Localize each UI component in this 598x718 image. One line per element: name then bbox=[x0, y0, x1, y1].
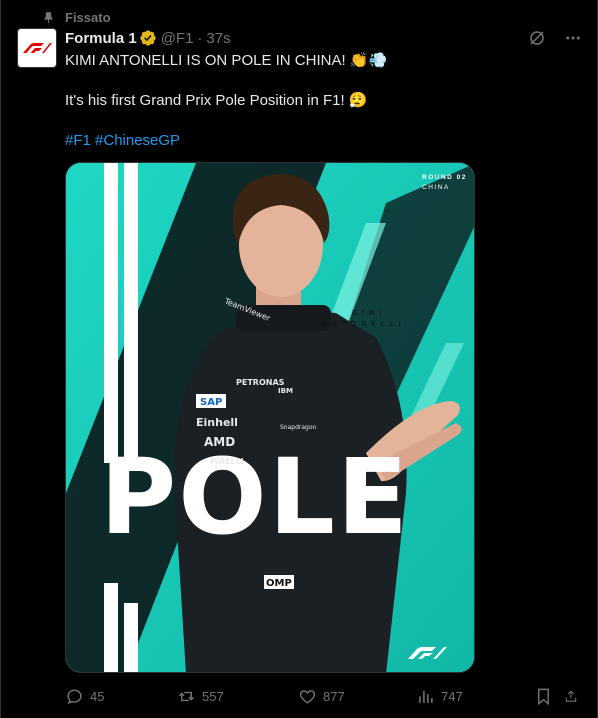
dot-separator: · bbox=[197, 29, 203, 47]
author-name[interactable]: Formula 1 bbox=[65, 30, 137, 47]
reply-button[interactable]: 45 bbox=[65, 687, 177, 706]
pinned-label: Fissato bbox=[65, 9, 111, 25]
last-name-label: ANTONELLI bbox=[322, 321, 406, 328]
action-bar: 45 557 877 747 bbox=[65, 684, 585, 708]
reply-icon bbox=[67, 688, 82, 704]
post-line-2: It's his first Grand Prix Pole Position … bbox=[65, 92, 345, 109]
suit-logo-omp: OMP bbox=[266, 578, 292, 589]
post-card[interactable]: Fissato Formula 1 @F1 · 37s KIMI ANTONEL… bbox=[0, 0, 598, 718]
views-count: 747 bbox=[441, 688, 463, 704]
views-chart-icon bbox=[419, 690, 433, 703]
round-label: ROUND 02 bbox=[422, 174, 467, 181]
suit-logo-ibm: IBM bbox=[278, 387, 293, 395]
post-time[interactable]: 37s bbox=[206, 30, 230, 47]
grok-icon[interactable] bbox=[527, 28, 547, 48]
bookmark-icon bbox=[538, 688, 549, 705]
f1-logo-icon bbox=[23, 43, 52, 53]
more-options-icon[interactable] bbox=[563, 28, 583, 48]
pinned-indicator: Fissato bbox=[42, 8, 111, 26]
post-text-line-1: KIMI ANTONELLI IS ON POLE IN CHINA! 👏💨 bbox=[65, 51, 575, 71]
post-top-actions bbox=[527, 28, 583, 48]
post-text-line-2: It's his first Grand Prix Pole Position … bbox=[65, 91, 575, 111]
post-image[interactable]: ROUND 02 CHINA KIMI ANTONELLI POLE PETRO… bbox=[65, 162, 475, 673]
white-stripe-2 bbox=[124, 163, 138, 463]
bookmark-button[interactable] bbox=[534, 687, 564, 706]
first-name-label: KIMI bbox=[352, 310, 386, 317]
post-hashtags[interactable]: #F1 #ChineseGP bbox=[65, 131, 575, 151]
suit-logo-einhell: Einhell bbox=[196, 416, 238, 429]
suit-logo-petronas: PETRONAS bbox=[236, 378, 285, 387]
reply-count: 45 bbox=[90, 688, 105, 704]
suit-logo-snapdragon: Snapdragon bbox=[280, 424, 317, 431]
post-header: Formula 1 @F1 · 37s bbox=[65, 28, 231, 48]
post-line-2-emoji: 😮‍💨 bbox=[348, 92, 368, 109]
suit-logo-sap: SAP bbox=[200, 397, 222, 408]
heart-icon bbox=[299, 689, 316, 704]
avatar[interactable] bbox=[17, 28, 57, 68]
post-line-1-emojis: 👏💨 bbox=[349, 52, 388, 69]
suit-logo-pirelli: PIRELLI bbox=[210, 457, 244, 466]
suit-logo-amd: AMD bbox=[204, 435, 235, 449]
author-handle[interactable]: @F1 bbox=[161, 30, 194, 47]
repost-icon bbox=[178, 691, 195, 701]
white-stripe-1 bbox=[104, 163, 118, 463]
repost-button[interactable]: 557 bbox=[177, 687, 298, 706]
like-button[interactable]: 877 bbox=[298, 687, 416, 706]
like-count: 877 bbox=[323, 688, 345, 704]
share-button[interactable] bbox=[564, 687, 584, 706]
location-label: CHINA bbox=[422, 184, 450, 191]
pin-icon bbox=[44, 11, 53, 23]
views-button[interactable]: 747 bbox=[416, 687, 534, 706]
share-icon bbox=[565, 690, 577, 702]
pole-headline: POLE bbox=[100, 436, 410, 558]
post-line-1: KIMI ANTONELLI IS ON POLE IN CHINA! bbox=[65, 52, 346, 69]
verified-badge-icon[interactable] bbox=[139, 29, 157, 47]
repost-count: 557 bbox=[202, 688, 224, 704]
